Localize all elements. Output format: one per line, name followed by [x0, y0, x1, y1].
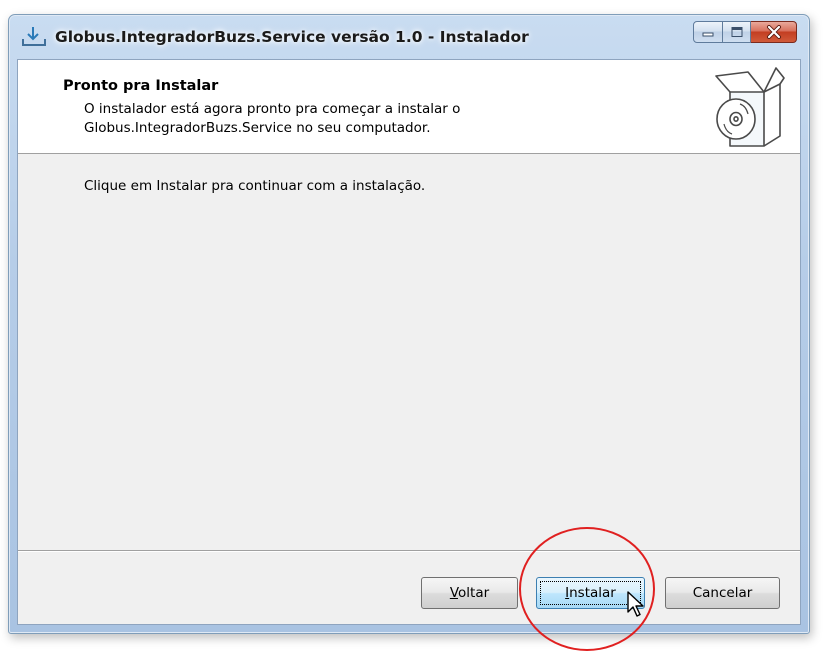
- maximize-icon: [731, 27, 742, 37]
- back-button[interactable]: Voltar: [421, 577, 518, 609]
- cancel-button-label: Cancelar: [692, 585, 753, 601]
- install-button-label: Instalar: [565, 585, 616, 601]
- footer-separator: [18, 550, 800, 552]
- close-icon: [766, 25, 781, 39]
- install-button-label-rest: nstalar: [569, 585, 616, 601]
- maximize-button[interactable]: [723, 21, 751, 43]
- mouse-pointer-icon: [627, 591, 644, 617]
- installer-window: Globus.IntegradorBuzs.Service versão 1.0…: [8, 14, 810, 634]
- header-description-line-2: Globus.IntegradorBuzs.Service no seu com…: [84, 120, 431, 136]
- window-controls: [693, 21, 797, 45]
- back-button-mnemonic: V: [449, 585, 459, 601]
- minimize-icon: [702, 32, 714, 37]
- instruction-text: Clique em Instalar pra continuar com a i…: [84, 178, 426, 194]
- back-button-label-rest: oltar: [458, 585, 490, 601]
- installer-client-area: Pronto pra Instalar O instalador está ag…: [17, 59, 801, 625]
- minimize-button[interactable]: [693, 21, 723, 43]
- header-description: O instalador está agora pronto pra começ…: [84, 100, 604, 138]
- window-title: Globus.IntegradorBuzs.Service versão 1.0…: [55, 28, 529, 46]
- close-button[interactable]: [751, 21, 797, 43]
- header-description-line-1: O instalador está agora pronto pra começ…: [84, 101, 461, 117]
- cancel-button[interactable]: Cancelar: [665, 577, 780, 609]
- title-bar[interactable]: Globus.IntegradorBuzs.Service versão 1.0…: [9, 15, 809, 59]
- back-button-label: Voltar: [450, 585, 489, 601]
- installer-app-icon: [22, 27, 46, 46]
- installer-header: Pronto pra Instalar O instalador está ag…: [18, 60, 800, 154]
- header-title: Pronto pra Instalar: [63, 78, 219, 94]
- install-box-cd-icon: [715, 67, 785, 147]
